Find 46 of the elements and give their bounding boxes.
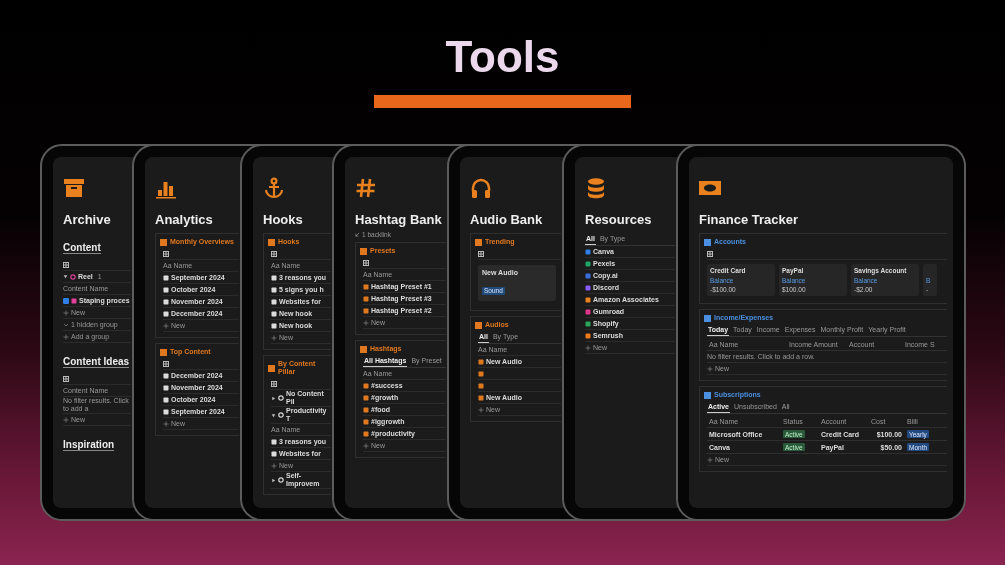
plus-icon [163,322,169,329]
plus-icon [585,344,591,351]
section-heading: Content Ideas [63,356,130,368]
plus-icon [271,334,277,341]
circle-icon [278,395,284,401]
anchor-icon [263,177,285,199]
section-heading: Inspiration [63,439,115,451]
circle-icon [70,273,76,280]
grid-icon [163,360,169,367]
page-title: Audio Bank [470,211,544,229]
grid-icon [271,380,277,387]
chevron-icon [63,321,69,328]
grid-icon [707,250,713,257]
heading: Tools [444,31,561,82]
archive-box-icon [63,177,85,199]
plus-icon [271,462,277,469]
plus-icon [163,420,169,427]
plus-icon [63,333,69,340]
page-title: Archive [63,211,112,229]
circle-icon [278,412,284,418]
circle-icon [278,477,284,483]
page-title: Analytics [155,211,214,229]
plus-icon [478,406,484,413]
grid-icon [163,250,169,257]
section-heading: Content [63,242,101,254]
plus-icon [707,456,713,463]
plus-icon [63,309,69,316]
plus-icon [363,442,369,449]
page-title: Hooks [263,211,304,229]
hash-icon [355,177,377,199]
plus-icon [707,365,713,372]
plus-icon [363,319,369,326]
page-icon [71,297,77,304]
database-icon [585,177,607,199]
grid-icon [363,259,369,266]
arrow-icon [355,232,360,237]
page-title: Hashtag Bank [355,211,443,229]
plus-icon [63,416,69,423]
grid-icon [63,261,69,268]
page-title: Finance Tracker [699,211,799,229]
checkbox[interactable] [63,297,69,304]
grid-icon [478,250,484,257]
grid-icon [63,375,69,382]
page-title: Resources [585,211,653,229]
grid-icon [271,250,277,257]
headphones-icon [470,177,492,199]
